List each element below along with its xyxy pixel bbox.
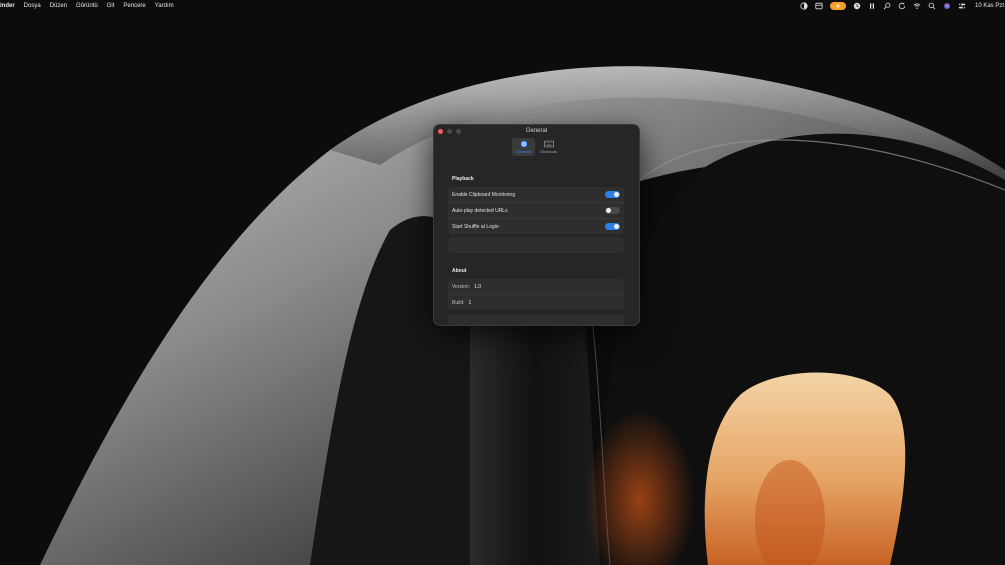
empty-settings-group xyxy=(448,237,624,253)
about-section-title: About xyxy=(452,268,467,274)
tab-general-label: General xyxy=(516,149,531,154)
storage-icon[interactable] xyxy=(815,2,823,10)
tab-shortcuts-label: Shortcuts xyxy=(540,149,557,154)
status-area: 10 Kas Pzt xyxy=(800,0,1005,12)
toggle-knob xyxy=(614,224,619,229)
amber-status-pill[interactable] xyxy=(829,2,846,10)
row-label: Enable Clipboard Monitoring xyxy=(452,191,516,198)
siri-icon[interactable] xyxy=(943,2,951,10)
version-label: Version: xyxy=(452,283,471,290)
half-circle-icon[interactable] xyxy=(800,2,808,10)
row-version: Version: 1.0 xyxy=(448,279,624,295)
menu-bar: inder Dosya Düzen Görüntü Git Pencere Ya… xyxy=(0,0,1005,12)
menu-help[interactable]: Yardım xyxy=(155,0,174,12)
autoplay-urls-toggle[interactable] xyxy=(605,207,620,214)
search-icon[interactable] xyxy=(928,2,936,10)
row-clipboard-monitoring: Enable Clipboard Monitoring xyxy=(448,187,624,203)
tab-general[interactable]: General xyxy=(512,138,535,156)
clipboard-monitoring-toggle[interactable] xyxy=(605,191,620,198)
build-label: Build: xyxy=(452,299,465,306)
playback-section-title: Playback xyxy=(452,176,474,182)
pause-icon[interactable] xyxy=(868,2,876,10)
control-center-icon[interactable] xyxy=(958,2,966,10)
menu-edit[interactable]: Düzen xyxy=(50,0,67,12)
window-titlebar[interactable]: General xyxy=(434,125,639,138)
row-build: Build: 1 xyxy=(448,295,624,310)
build-value: 1 xyxy=(468,299,472,306)
keyboard-icon xyxy=(543,140,554,148)
clock-icon[interactable] xyxy=(853,2,861,10)
start-at-login-toggle[interactable] xyxy=(605,223,620,230)
desktop: inder Dosya Düzen Görüntü Git Pencere Ya… xyxy=(0,0,1005,565)
menu-file[interactable]: Dosya xyxy=(24,0,41,12)
toggle-knob xyxy=(606,208,611,213)
menu-view[interactable]: Görüntü xyxy=(76,0,98,12)
window-title: General xyxy=(525,128,548,134)
menu-window[interactable]: Pencere xyxy=(123,0,145,12)
bolt-icon xyxy=(836,3,840,9)
gear-icon xyxy=(520,140,527,148)
playback-group: Enable Clipboard Monitoring Auto-play de… xyxy=(448,187,624,234)
row-label: Start Shuffle at Login xyxy=(452,223,499,230)
menu-go[interactable]: Git xyxy=(107,0,115,12)
wifi-icon[interactable] xyxy=(913,2,921,10)
toggle-knob xyxy=(614,192,619,197)
settings-toolbar: General Shortcuts xyxy=(512,138,560,156)
menu-clock[interactable]: 10 Kas Pzt xyxy=(975,3,1004,9)
version-value: 1.0 xyxy=(474,283,482,290)
about-group: Version: 1.0 Build: 1 xyxy=(448,279,624,310)
settings-window: General General Shortcuts Playback Enabl… xyxy=(433,124,640,326)
row-autoplay-urls: Auto-play detected URLs xyxy=(448,203,624,219)
row-label: Auto-play detected URLs xyxy=(452,207,508,214)
scrolled-group-edge xyxy=(448,314,624,325)
row-start-at-login: Start Shuffle at Login xyxy=(448,219,624,234)
key-search-icon[interactable] xyxy=(883,2,891,10)
sync-icon[interactable] xyxy=(898,2,906,10)
tab-shortcuts[interactable]: Shortcuts xyxy=(537,138,560,156)
menu-app-name[interactable]: inder xyxy=(0,0,15,12)
